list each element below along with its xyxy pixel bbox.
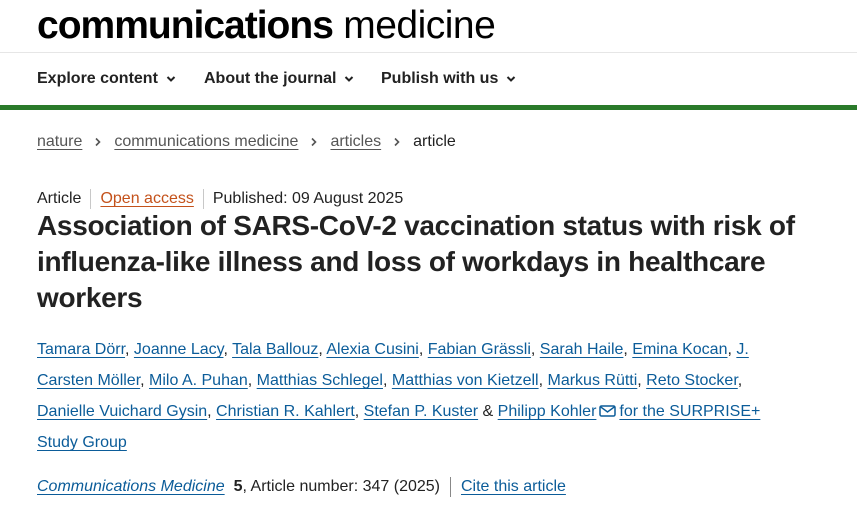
breadcrumb-current: article	[413, 133, 456, 150]
author-link[interactable]: Markus Rütti	[547, 372, 637, 389]
article-type: Article	[37, 190, 82, 207]
author-separator: ,	[207, 403, 217, 420]
author-link[interactable]: Matthias von Kietzell	[392, 372, 539, 389]
breadcrumb-nature[interactable]: nature	[37, 133, 82, 151]
chevron-right-icon	[394, 137, 400, 147]
author-separator: ,	[737, 372, 743, 389]
logo-word-bold: communications	[37, 4, 334, 47]
author-link[interactable]: Reto Stocker	[646, 372, 738, 389]
volume-number: 5	[233, 478, 243, 495]
logo-word-light: medicine	[332, 4, 496, 47]
citation-line: Communications Medicine 5, Article numbe…	[37, 477, 566, 497]
nav-publish-with-us[interactable]: Publish with us	[381, 70, 516, 88]
author-separator: ,	[140, 372, 150, 389]
article-title: Association of SARS-CoV-2 vaccination st…	[37, 210, 795, 313]
author-link[interactable]: Sarah Haile	[540, 341, 624, 358]
nav-item-label: Publish with us	[381, 70, 499, 87]
meta-divider	[202, 189, 204, 209]
main-nav: Explore content About the journal Publis…	[0, 53, 857, 105]
author-link[interactable]: Stefan P. Kuster	[364, 403, 478, 420]
author-link[interactable]: Tala Ballouz	[232, 341, 318, 358]
author-link[interactable]: Alexia Cusini	[326, 341, 418, 358]
cite-this-article-link[interactable]: Cite this article	[461, 478, 566, 496]
nav-about-journal[interactable]: About the journal	[204, 70, 354, 88]
author-link[interactable]: Christian R. Kahlert	[216, 403, 355, 420]
breadcrumb-articles[interactable]: articles	[330, 133, 381, 151]
journal-logo[interactable]: communications medicine	[37, 4, 496, 48]
author-link[interactable]: Tamara Dörr	[37, 341, 125, 358]
envelope-icon[interactable]	[599, 405, 617, 417]
author-separator: ,	[125, 341, 134, 358]
site-header: communications medicine	[0, 0, 857, 53]
author-link[interactable]: Danielle Vuichard Gysin	[37, 403, 207, 420]
article-meta: Article Open access Published: 09 August…	[37, 189, 403, 209]
published-date: Published: 09 August 2025	[212, 190, 404, 207]
author-list: Tamara Dörr, Joanne Lacy, Tala Ballouz, …	[37, 334, 777, 458]
author-separator: ,	[418, 341, 428, 358]
chevron-down-icon	[507, 76, 516, 82]
breadcrumb: nature communications medicine articles …	[37, 133, 456, 151]
article-number: , Article number: 347 (2025)	[242, 478, 440, 495]
chevron-down-icon	[166, 76, 176, 82]
meta-divider	[90, 189, 92, 209]
author-separator: ,	[637, 372, 647, 389]
author-link[interactable]: Matthias Schlegel	[257, 372, 383, 389]
chevron-right-icon	[311, 137, 318, 147]
author-link-corresponding[interactable]: Philipp Kohler	[498, 403, 597, 420]
citation-divider	[449, 477, 451, 497]
author-separator: ,	[623, 341, 633, 358]
accent-rule	[0, 105, 857, 110]
author-link[interactable]: Emina Kocan	[632, 341, 727, 358]
nav-explore-content[interactable]: Explore content	[37, 70, 176, 88]
author-link[interactable]: Joanne Lacy	[134, 341, 224, 358]
chevron-right-icon	[95, 137, 102, 147]
author-link[interactable]: Milo A. Puhan	[149, 372, 248, 389]
chevron-down-icon	[345, 76, 354, 82]
author-separator: &	[478, 403, 498, 420]
nav-item-label: Explore content	[37, 70, 158, 87]
author-separator: ,	[530, 341, 540, 358]
author-separator: ,	[247, 372, 257, 389]
journal-link[interactable]: Communications Medicine	[37, 478, 225, 496]
nav-item-label: About the journal	[204, 70, 337, 87]
author-separator: ,	[354, 403, 364, 420]
breadcrumb-communications-medicine[interactable]: communications medicine	[114, 133, 298, 151]
author-link[interactable]: Fabian Grässli	[428, 341, 531, 358]
open-access-link[interactable]: Open access	[100, 190, 193, 208]
author-separator: ,	[382, 372, 392, 389]
author-separator: ,	[223, 341, 233, 358]
